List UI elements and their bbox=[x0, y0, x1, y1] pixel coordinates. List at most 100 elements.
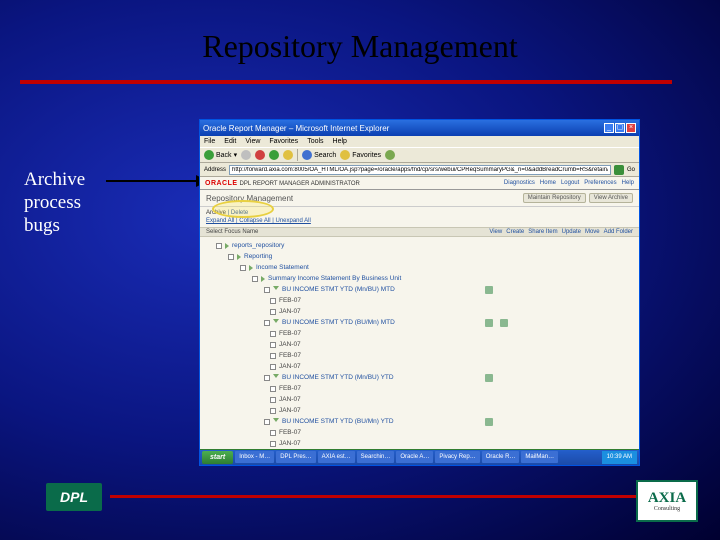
tree-row[interactable]: JAN-07 bbox=[206, 438, 633, 449]
tree-row[interactable]: BU INCOME STMT YTD (Mn/BU) YTD bbox=[206, 372, 633, 383]
toplink-logout[interactable]: Logout bbox=[561, 180, 579, 186]
checkbox[interactable] bbox=[264, 375, 270, 381]
tree-row[interactable]: reports_repository bbox=[206, 240, 633, 251]
view-icon[interactable] bbox=[485, 418, 493, 426]
history-button[interactable] bbox=[385, 150, 395, 160]
tree-row[interactable]: Income Statement bbox=[206, 262, 633, 273]
checkbox[interactable] bbox=[270, 331, 276, 337]
checkbox[interactable] bbox=[270, 342, 276, 348]
menu-tools[interactable]: Tools bbox=[307, 138, 323, 145]
checkbox[interactable] bbox=[270, 353, 276, 359]
expand-icon[interactable] bbox=[237, 254, 241, 260]
taskbar-task[interactable]: AXIA est… bbox=[318, 451, 355, 463]
tree-label[interactable]: FEB-07 bbox=[279, 429, 301, 436]
taskbar-task[interactable]: MailMan… bbox=[521, 451, 558, 463]
close-button[interactable]: × bbox=[626, 123, 636, 133]
checkbox[interactable] bbox=[264, 419, 270, 425]
stop-button[interactable] bbox=[255, 150, 265, 160]
tree-label[interactable]: JAN-07 bbox=[279, 363, 301, 370]
tree-label[interactable]: FEB-07 bbox=[279, 330, 301, 337]
tree-row[interactable]: Summary Income Statement By Business Uni… bbox=[206, 273, 633, 284]
view-icon[interactable] bbox=[485, 319, 493, 327]
tree-label[interactable]: FEB-07 bbox=[279, 352, 301, 359]
tree-label[interactable]: Income Statement bbox=[256, 264, 309, 271]
checkbox[interactable] bbox=[264, 287, 270, 293]
tree-label[interactable]: Reporting bbox=[244, 253, 272, 260]
expand-collapse-links[interactable]: Expand All | Collapse All | Unexpand All bbox=[200, 216, 639, 227]
menu-file[interactable]: File bbox=[204, 138, 215, 145]
tree-label[interactable]: BU INCOME STMT YTD (Mn/BU) YTD bbox=[282, 374, 394, 381]
tree-label[interactable]: FEB-07 bbox=[279, 297, 301, 304]
tree-row[interactable]: FEB-07 bbox=[206, 328, 633, 339]
taskbar-task[interactable]: Oracle A… bbox=[396, 451, 433, 463]
tree-row[interactable]: FEB-07 bbox=[206, 427, 633, 438]
favorites-button[interactable]: Favorites bbox=[340, 150, 381, 160]
taskbar-task[interactable]: Inbox - M… bbox=[235, 451, 274, 463]
tree-row[interactable]: FEB-07 bbox=[206, 350, 633, 361]
taskbar-task[interactable]: DPL Pres… bbox=[276, 451, 315, 463]
checkbox[interactable] bbox=[270, 430, 276, 436]
tree-label[interactable]: BU INCOME STMT YTD (BU/Mn) MTD bbox=[282, 319, 395, 326]
maximize-button[interactable]: ▢ bbox=[615, 123, 625, 133]
checkbox[interactable] bbox=[252, 276, 258, 282]
tree-label[interactable]: Summary Income Statement By Business Uni… bbox=[268, 275, 401, 282]
tree-label[interactable]: JAN-07 bbox=[279, 407, 301, 414]
tree-row[interactable]: JAN-07 bbox=[206, 394, 633, 405]
back-button[interactable]: Back ▾ bbox=[204, 150, 237, 160]
tree-row[interactable]: BU INCOME STMT YTD (Mn/BU) MTD bbox=[206, 284, 633, 295]
address-input[interactable] bbox=[229, 165, 611, 175]
checkbox[interactable] bbox=[270, 298, 276, 304]
tree-label[interactable]: JAN-07 bbox=[279, 341, 301, 348]
checkbox[interactable] bbox=[264, 320, 270, 326]
tree-label[interactable]: JAN-07 bbox=[279, 396, 301, 403]
view-icon[interactable] bbox=[485, 374, 493, 382]
action-link[interactable]: View bbox=[489, 229, 502, 235]
expand-icon[interactable] bbox=[225, 243, 229, 249]
tree-row[interactable]: BU INCOME STMT YTD (BU/Mn) YTD bbox=[206, 416, 633, 427]
menu-help[interactable]: Help bbox=[333, 138, 347, 145]
tree-label[interactable]: JAN-07 bbox=[279, 308, 301, 315]
go-button[interactable] bbox=[614, 165, 624, 175]
checkbox[interactable] bbox=[240, 265, 246, 271]
action-link[interactable]: Create bbox=[506, 229, 524, 235]
tree-row[interactable]: FEB-07 bbox=[206, 383, 633, 394]
tree-row[interactable]: JAN-07 bbox=[206, 306, 633, 317]
checkbox[interactable] bbox=[270, 397, 276, 403]
toplink-preferences[interactable]: Preferences bbox=[584, 180, 616, 186]
checkbox[interactable] bbox=[270, 309, 276, 315]
start-button[interactable]: start bbox=[202, 451, 233, 464]
taskbar-task[interactable]: Searchin… bbox=[357, 451, 395, 463]
expand-icon[interactable] bbox=[249, 265, 253, 271]
home-button[interactable] bbox=[283, 150, 293, 160]
menu-favorites[interactable]: Favorites bbox=[269, 138, 298, 145]
action-link[interactable]: Update bbox=[562, 229, 581, 235]
tree-row[interactable]: BU INCOME STMT YTD (BU/Mn) MTD bbox=[206, 317, 633, 328]
tree-label[interactable]: FEB-07 bbox=[279, 385, 301, 392]
window-titlebar[interactable]: Oracle Report Manager – Microsoft Intern… bbox=[200, 120, 639, 136]
menu-edit[interactable]: Edit bbox=[224, 138, 236, 145]
forward-button[interactable] bbox=[241, 150, 251, 160]
tree-label[interactable]: JAN-07 bbox=[279, 440, 301, 447]
tree-row[interactable]: FEB-07 bbox=[206, 295, 633, 306]
search-button[interactable]: Search bbox=[302, 150, 336, 160]
checkbox[interactable] bbox=[270, 441, 276, 447]
minimize-button[interactable]: _ bbox=[604, 123, 614, 133]
taskbar-task[interactable]: Pivacy Rep… bbox=[435, 451, 479, 463]
tree-label[interactable]: BU INCOME STMT YTD (Mn/BU) MTD bbox=[282, 286, 395, 293]
checkbox[interactable] bbox=[216, 243, 222, 249]
checkbox[interactable] bbox=[228, 254, 234, 260]
toplink-diagnostics[interactable]: Diagnostics bbox=[504, 180, 535, 186]
expand-icon[interactable] bbox=[273, 319, 279, 326]
tree-label[interactable]: reports_repository bbox=[232, 242, 284, 249]
action-link[interactable]: Add Folder bbox=[604, 229, 633, 235]
checkbox[interactable] bbox=[270, 386, 276, 392]
menu-view[interactable]: View bbox=[245, 138, 260, 145]
tree-row[interactable]: JAN-07 bbox=[206, 361, 633, 372]
tree-row[interactable]: Reporting bbox=[206, 251, 633, 262]
tree-row[interactable]: JAN-07 bbox=[206, 405, 633, 416]
headbtn[interactable]: View Archive bbox=[589, 193, 633, 203]
toplink-home[interactable]: Home bbox=[540, 180, 556, 186]
headbtn[interactable]: Maintain Repository bbox=[523, 193, 586, 203]
action-link[interactable]: Move bbox=[585, 229, 600, 235]
system-tray[interactable]: 10:39 AM bbox=[602, 451, 637, 464]
